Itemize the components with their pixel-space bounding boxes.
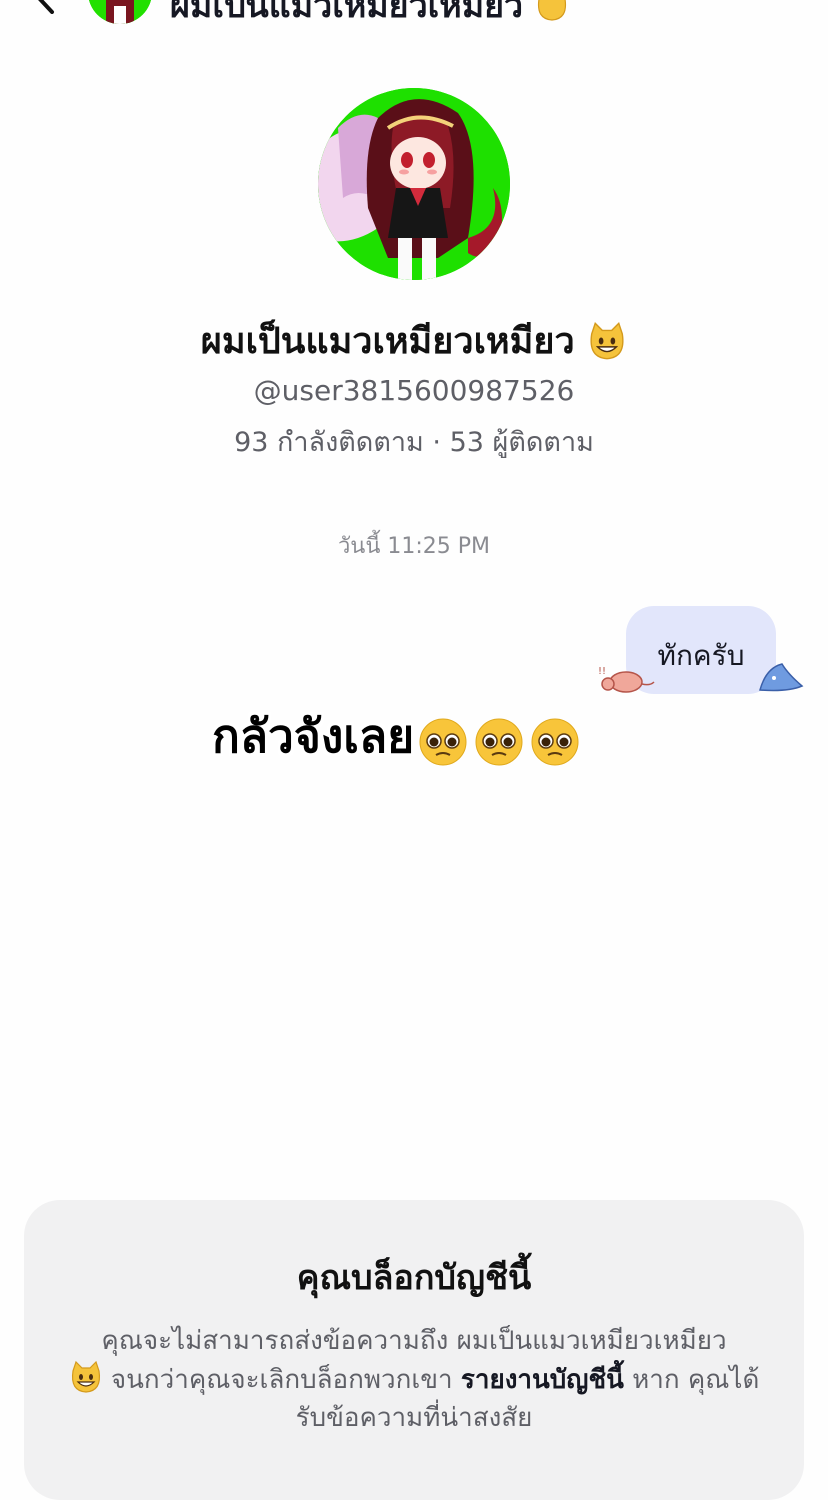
header-title: ผมเป็นแมวเหมียวเหมียว — [170, 0, 569, 32]
pig-sticker-icon: !! — [598, 666, 655, 693]
header-avatar[interactable] — [88, 0, 152, 24]
grinning-cat-icon — [590, 322, 624, 360]
svg-text:!!: !! — [598, 666, 606, 677]
pleading-face-icon — [531, 718, 579, 766]
pleading-face-icon — [475, 718, 523, 766]
chevron-left-icon[interactable] — [28, 0, 62, 14]
report-account-link[interactable]: รายงานบัญชีนี้ — [461, 1365, 624, 1395]
profile-follow-stats: 93 กำลังติดตาม · 53 ผู้ติดตาม — [234, 427, 594, 458]
blocked-notice-title: คุณบล็อกบัญชีนี้ — [296, 1258, 532, 1298]
profile-display-name: ผมเป็นแมวเหมียวเหมียว — [0, 312, 828, 369]
blocked-notice-card: คุณบล็อกบัญชีนี้ คุณจะไม่สามารถส่งข้อควา… — [24, 1200, 804, 1500]
chat-timestamp: วันนี้ 11:25 PM — [337, 534, 491, 559]
profile-username: @user3815600987526 — [253, 374, 575, 407]
shark-sticker-icon — [759, 663, 804, 692]
grinning-cat-icon — [71, 1360, 100, 1393]
overlay-caption: กลัวจังเลย — [212, 700, 586, 773]
profile-avatar[interactable] — [318, 88, 510, 280]
blocked-notice-body: คุณจะไม่สามารถส่งข้อความถึง ผมเป็นแมวเหม… — [64, 1322, 764, 1437]
pleading-face-icon — [419, 718, 467, 766]
top-bar: ผมเป็นแมวเหมียวเหมียว — [0, 0, 828, 30]
grinning-cat-icon — [537, 0, 567, 21]
